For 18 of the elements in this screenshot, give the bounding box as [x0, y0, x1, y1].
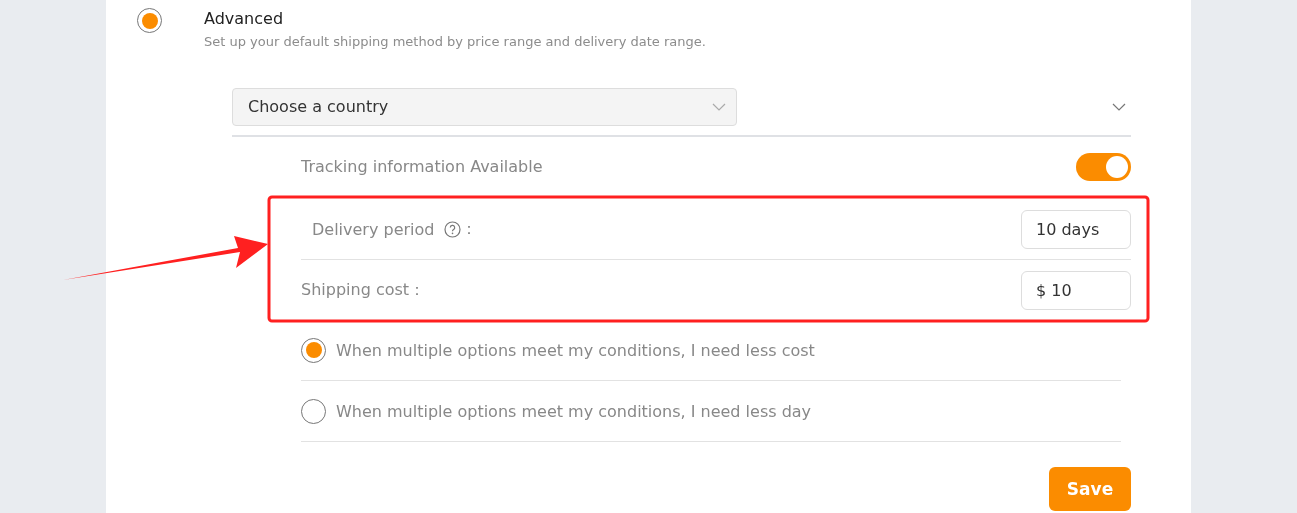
country-select[interactable]: Choose a country: [232, 87, 737, 126]
tracking-toggle[interactable]: [1076, 152, 1131, 181]
label-colon: ：: [461, 218, 478, 240]
radio-button[interactable]: [301, 398, 326, 424]
help-icon[interactable]: [444, 220, 462, 238]
preference-label: When multiple options meet my conditions, I need less day: [336, 401, 812, 421]
chevron-down-icon: [712, 101, 726, 112]
shipping-cost-label: Shipping cost：: [301, 279, 426, 301]
chevron-down-icon[interactable]: [1112, 101, 1126, 112]
delivery-period-field[interactable]: 10 days: [1021, 209, 1131, 249]
option-title: Advanced: [204, 8, 285, 30]
delivery-period-label: Delivery period: [312, 219, 435, 239]
preference-label: When multiple options meet my conditions, I need less cost: [336, 340, 815, 360]
radio-button[interactable]: [137, 8, 162, 33]
shipping-cost-field[interactable]: $ 10: [1021, 270, 1131, 310]
option-description: Set up your default shipping method by price range and delivery date range.: [204, 34, 706, 49]
radio-button[interactable]: [301, 337, 326, 363]
tracking-label: Tracking information Available: [301, 157, 543, 176]
